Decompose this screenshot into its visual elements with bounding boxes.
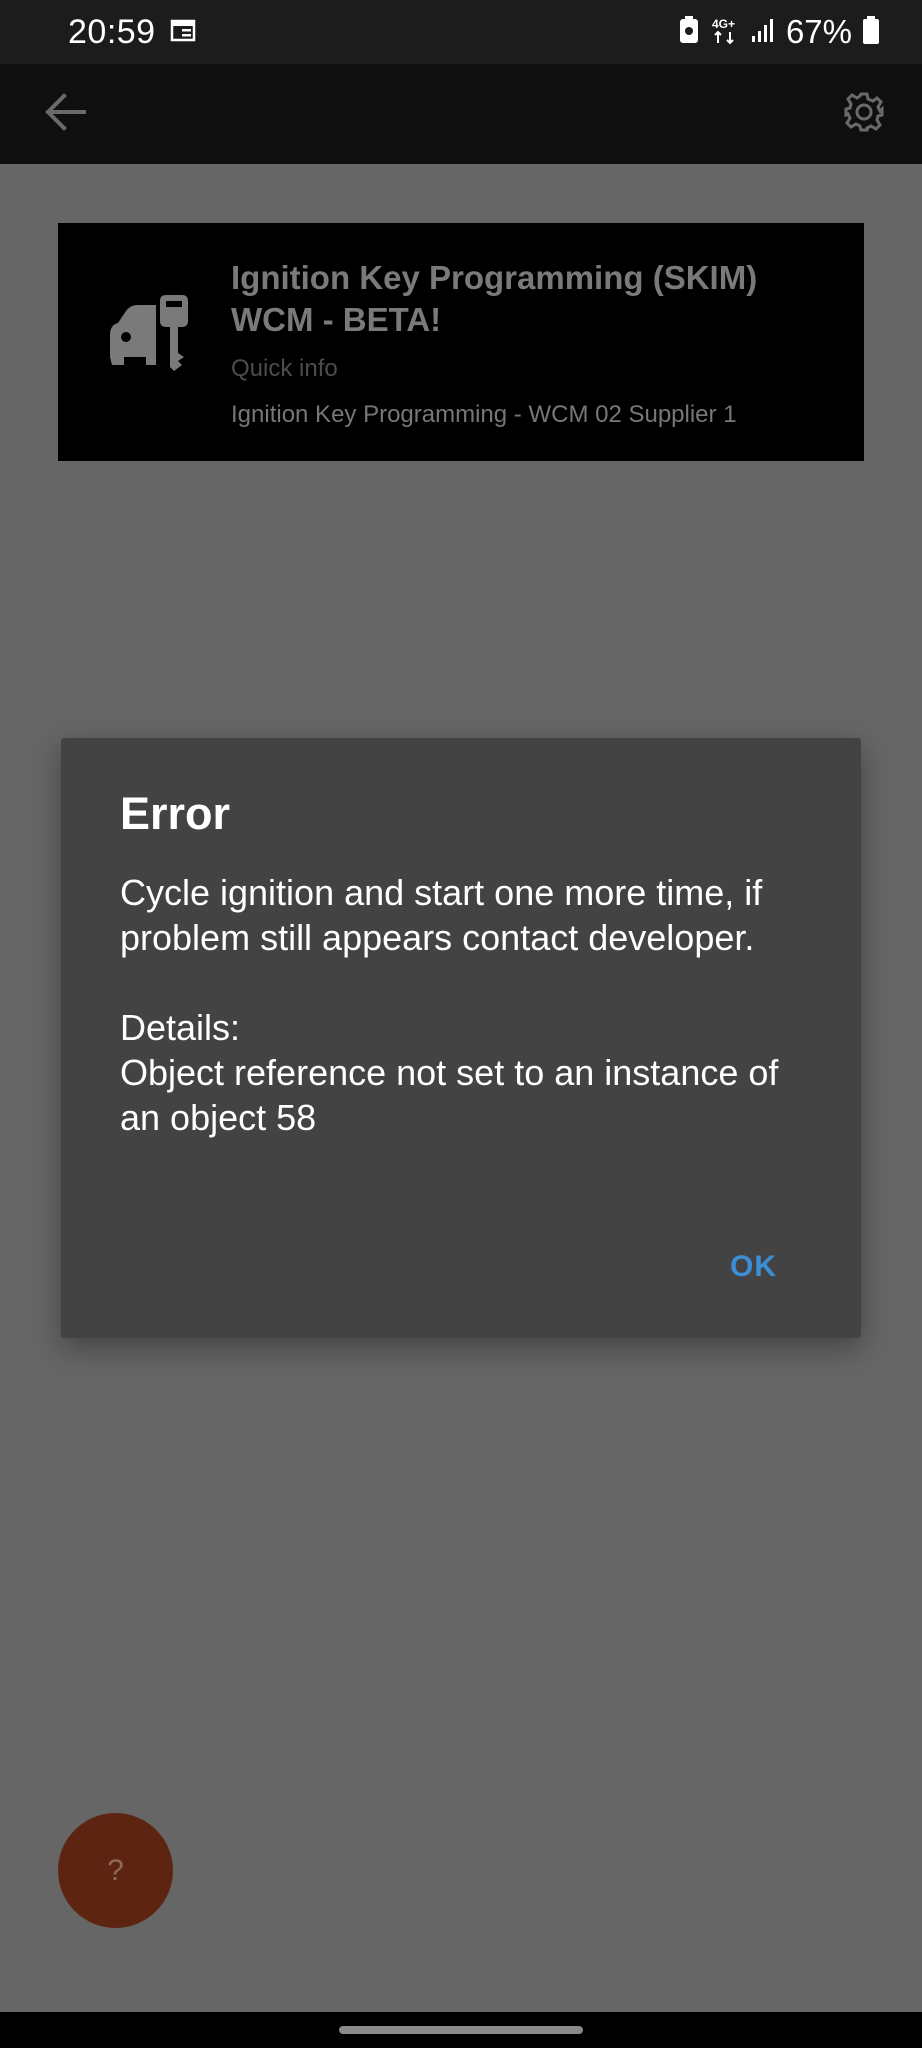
network-type-text: 4G+	[712, 17, 735, 31]
status-left: 20:59	[68, 13, 196, 52]
status-right: 4G+ 67%	[678, 13, 880, 51]
dialog-title: Error	[120, 788, 231, 839]
toolbar	[0, 64, 922, 164]
network-4g-icon: 4G+	[710, 15, 740, 50]
battery-icon	[862, 15, 880, 50]
home-handle[interactable]	[339, 2026, 583, 2034]
car-key-icon	[102, 287, 198, 383]
ok-button[interactable]: OK	[730, 1250, 777, 1284]
navigation-bar	[0, 2012, 922, 2048]
signal-icon	[750, 16, 776, 49]
settings-button[interactable]	[836, 86, 892, 142]
error-dialog: Error Cycle ignition and start one more …	[61, 738, 861, 1338]
battery-percent: 67%	[785, 13, 852, 50]
help-icon: ?	[107, 1853, 124, 1887]
back-button[interactable]	[38, 86, 94, 142]
gear-icon	[842, 90, 886, 139]
status-bar: 20:59 4G+ 67%	[0, 0, 922, 64]
battery-saver-icon	[678, 15, 700, 50]
function-title: Ignition Key Programming (SKIM) WCM - BE…	[231, 259, 758, 338]
arrow-left-icon	[44, 92, 88, 137]
quick-info-label: Quick info	[231, 355, 338, 382]
dialog-message: Cycle ignition and start one more time, …	[120, 872, 779, 1138]
status-time: 20:59	[68, 12, 156, 51]
function-description: Ignition Key Programming - WCM 02 Suppli…	[231, 401, 737, 428]
help-button[interactable]: ?	[58, 1813, 173, 1928]
function-card[interactable]: Ignition Key Programming (SKIM) WCM - BE…	[58, 223, 864, 461]
calendar-icon	[170, 17, 196, 48]
